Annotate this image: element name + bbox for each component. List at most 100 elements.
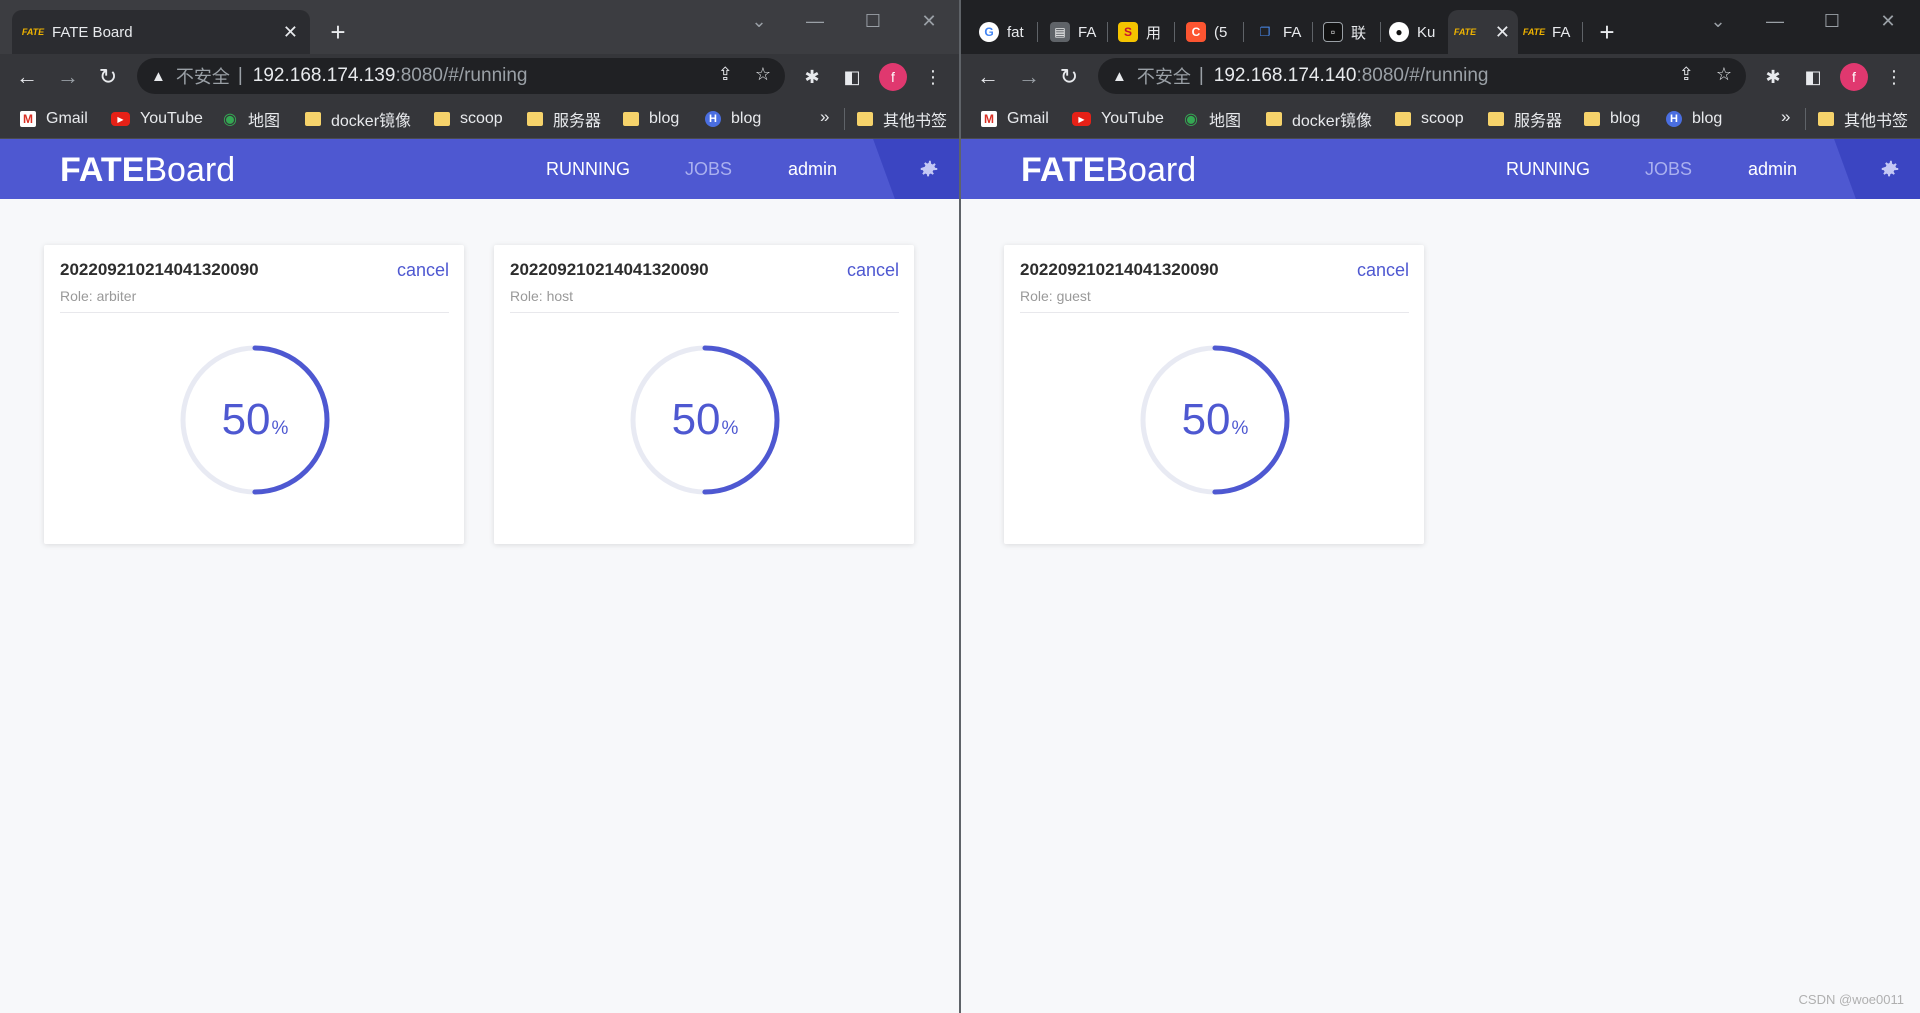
gear-icon bbox=[920, 160, 938, 177]
job-card: 202209210214041320090 cancel Role: guest… bbox=[1004, 245, 1424, 544]
url-host: 192.168.174.140 bbox=[1213, 65, 1357, 86]
tab-lian[interactable]: ▫ 联 bbox=[1323, 14, 1366, 50]
nav-user[interactable]: admin bbox=[788, 159, 837, 180]
share-icon[interactable]: ⇪ bbox=[718, 64, 733, 85]
tab-fa-1[interactable]: ▤ FA bbox=[1050, 14, 1096, 50]
nav-jobs[interactable]: JOBS bbox=[685, 159, 732, 180]
bookmark-youtube[interactable]: ▶ YouTube bbox=[1072, 108, 1164, 130]
new-tab-button[interactable]: + bbox=[1589, 14, 1625, 50]
job-id[interactable]: 202209210214041320090 bbox=[1020, 260, 1219, 280]
back-icon[interactable]: ← bbox=[971, 60, 1005, 94]
bookmarks-bar: M Gmail ▶ YouTube ◉ 地图 docker镜像 scoop 服务器 b… bbox=[0, 99, 959, 139]
bookmark-server[interactable]: 服务器 bbox=[527, 108, 601, 130]
tab-csdn[interactable]: C (5 bbox=[1186, 14, 1227, 50]
extensions-icon[interactable]: ✱ bbox=[1758, 62, 1788, 92]
bookmarks-overflow[interactable]: » bbox=[1781, 107, 1790, 127]
forward-icon[interactable]: → bbox=[51, 60, 85, 94]
tab-github[interactable]: ● Ku bbox=[1389, 14, 1435, 50]
bookmark-maps[interactable]: ◉ 地图 bbox=[222, 108, 280, 130]
chat-bubble-icon: ▫ bbox=[1323, 22, 1343, 42]
tab-fa-2[interactable]: ❐ FA bbox=[1255, 14, 1302, 50]
warning-icon: ▲ bbox=[1112, 67, 1127, 85]
bookmark-scoop[interactable]: scoop bbox=[1395, 108, 1464, 130]
bookmark-docker[interactable]: docker镜像 bbox=[305, 108, 411, 130]
reload-icon[interactable]: ↻ bbox=[1052, 60, 1086, 94]
bookmark-gmail[interactable]: M Gmail bbox=[20, 108, 88, 130]
gmail-icon: M bbox=[981, 111, 997, 127]
bookmark-docker[interactable]: docker镜像 bbox=[1266, 108, 1372, 130]
address-bar[interactable]: ▲ 不安全 | 192.168.174.139 :8080/#/running … bbox=[137, 58, 785, 94]
share-icon[interactable]: ⇪ bbox=[1679, 64, 1694, 85]
side-panel-icon[interactable]: ◧ bbox=[837, 62, 867, 92]
bookmark-other[interactable]: 其他书签 bbox=[1818, 108, 1908, 130]
fate-icon: FATE bbox=[1522, 27, 1546, 37]
extensions-icon[interactable]: ✱ bbox=[797, 62, 827, 92]
nav-running[interactable]: RUNNING bbox=[1506, 159, 1590, 180]
job-id[interactable]: 202209210214041320090 bbox=[510, 260, 709, 280]
gmail-icon: M bbox=[20, 111, 36, 127]
nav-running[interactable]: RUNNING bbox=[546, 159, 630, 180]
cancel-button[interactable]: cancel bbox=[397, 260, 449, 281]
fate-icon: FATE bbox=[1453, 27, 1477, 37]
folder-icon bbox=[1488, 112, 1504, 126]
bookmark-other[interactable]: 其他书签 bbox=[857, 108, 947, 130]
cancel-button[interactable]: cancel bbox=[1357, 260, 1409, 281]
tab-fate-active[interactable]: FATE ✕ bbox=[1448, 10, 1518, 54]
settings-button[interactable] bbox=[899, 139, 959, 199]
close-icon[interactable]: ✕ bbox=[1495, 22, 1510, 43]
profile-avatar[interactable]: f bbox=[879, 63, 907, 91]
menu-icon[interactable]: ⋮ bbox=[918, 62, 948, 92]
bookmarks-overflow[interactable]: » bbox=[820, 107, 829, 127]
bookmarks-bar: M Gmail ▶ YouTube ◉ 地图 docker镜像 scoop 服务器 b… bbox=[961, 99, 1920, 139]
close-window-icon[interactable]: ✕ bbox=[906, 6, 952, 36]
running-jobs-area: 202209210214041320090 cancel Role: arbit… bbox=[0, 199, 959, 1013]
bookmark-scoop[interactable]: scoop bbox=[434, 108, 503, 130]
nav-user[interactable]: admin bbox=[1748, 159, 1797, 180]
maximize-icon[interactable]: ☐ bbox=[850, 6, 896, 36]
tab-search-icon[interactable]: ⌄ bbox=[736, 6, 782, 36]
folder-icon bbox=[1395, 112, 1411, 126]
job-card: 202209210214041320090 cancel Role: host … bbox=[494, 245, 914, 544]
bookmark-maps[interactable]: ◉ 地图 bbox=[1183, 108, 1241, 130]
back-icon[interactable]: ← bbox=[10, 60, 44, 94]
bookmark-star-icon[interactable]: ☆ bbox=[1716, 64, 1732, 85]
minimize-icon[interactable]: — bbox=[1752, 6, 1798, 36]
bookmark-blog[interactable]: Hblog bbox=[705, 108, 761, 130]
maximize-icon[interactable]: ☐ bbox=[1809, 6, 1855, 36]
bookmark-star-icon[interactable]: ☆ bbox=[755, 64, 771, 85]
bookmark-blog[interactable]: Hblog bbox=[1666, 108, 1722, 130]
warning-icon: ▲ bbox=[151, 67, 166, 85]
address-bar[interactable]: ▲ 不安全 | 192.168.174.140 :8080/#/running … bbox=[1098, 58, 1746, 94]
cancel-button[interactable]: cancel bbox=[847, 260, 899, 281]
new-tab-button[interactable]: + bbox=[320, 14, 356, 50]
profile-avatar[interactable]: f bbox=[1840, 63, 1868, 91]
tab-yong[interactable]: S用 bbox=[1118, 14, 1161, 50]
tab-search-icon[interactable]: ⌄ bbox=[1695, 6, 1741, 36]
reload-icon[interactable]: ↻ bbox=[91, 60, 125, 94]
browser-window-left: FATE FATE Board ✕ + ⌄ — ☐ ✕ ← → ↻ ▲ 不安全 … bbox=[0, 0, 959, 1013]
forward-icon[interactable]: → bbox=[1012, 60, 1046, 94]
browser-window-right: Gfat ▤ FA S用 C (5 ❐ FA ▫ 联 ● Ku FATE ✕ FATE FA… bbox=[961, 0, 1920, 1013]
nav-jobs[interactable]: JOBS bbox=[1645, 159, 1692, 180]
tab-fate-board[interactable]: FATE FATE Board ✕ bbox=[12, 10, 310, 54]
menu-icon[interactable]: ⋮ bbox=[1879, 62, 1909, 92]
bookmark-youtube[interactable]: ▶ YouTube bbox=[111, 108, 203, 130]
settings-button[interactable] bbox=[1860, 139, 1920, 199]
fateboard-logo[interactable]: FATEBoard bbox=[60, 151, 235, 190]
bookmark-gmail[interactable]: M Gmail bbox=[981, 108, 1049, 130]
minimize-icon[interactable]: — bbox=[792, 6, 838, 36]
tab-fate-2[interactable]: FATE FA bbox=[1522, 14, 1571, 50]
tab-google[interactable]: Gfat bbox=[979, 14, 1024, 50]
bookmark-blog-folder[interactable]: blog bbox=[1584, 108, 1640, 130]
close-icon[interactable]: ✕ bbox=[283, 22, 298, 43]
job-id[interactable]: 202209210214041320090 bbox=[60, 260, 259, 280]
bookmark-server[interactable]: 服务器 bbox=[1488, 108, 1562, 130]
side-panel-icon[interactable]: ◧ bbox=[1798, 62, 1828, 92]
fateboard-logo[interactable]: FATEBoard bbox=[1021, 151, 1196, 190]
folder-icon bbox=[527, 112, 543, 126]
bookmark-blog-folder[interactable]: blog bbox=[623, 108, 679, 130]
folder-icon bbox=[434, 112, 450, 126]
job-role: Role: host bbox=[510, 288, 574, 304]
folder-icon bbox=[305, 112, 321, 126]
close-window-icon[interactable]: ✕ bbox=[1865, 6, 1911, 36]
